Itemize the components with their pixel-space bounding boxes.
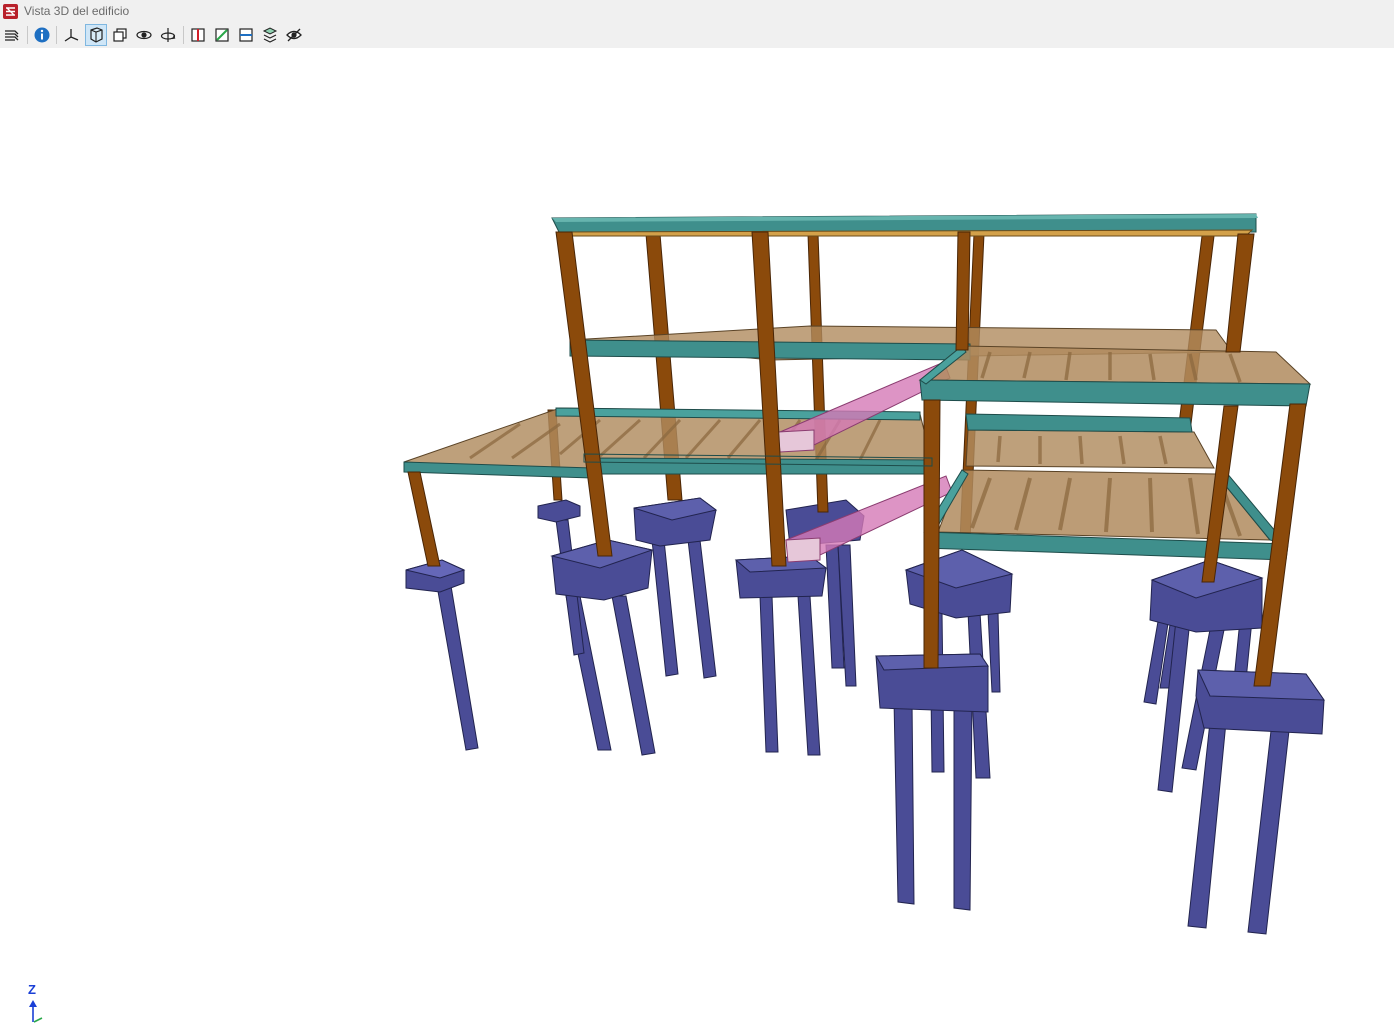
rotate-view-button[interactable] xyxy=(157,24,179,46)
solid-view-button[interactable] xyxy=(85,24,107,46)
visibility-button[interactable] xyxy=(283,24,305,46)
z-axis-label: Z xyxy=(28,982,36,997)
copy-view-button[interactable] xyxy=(109,24,131,46)
solid-view-icon xyxy=(90,27,103,43)
elevation-icon xyxy=(239,28,253,42)
layers-button[interactable] xyxy=(1,24,23,46)
axes-button[interactable] xyxy=(60,24,82,46)
axis-indicator: Z xyxy=(24,982,54,1024)
window-title: Vista 3D del edificio xyxy=(24,4,130,18)
elevation-button[interactable] xyxy=(235,24,257,46)
title-bar: Vista 3D del edificio xyxy=(0,0,1394,22)
pan-view-icon xyxy=(136,30,152,40)
building-model[interactable] xyxy=(0,48,1394,976)
info-button[interactable] xyxy=(31,24,53,46)
copy-view-icon xyxy=(113,28,127,42)
info-icon xyxy=(34,27,50,43)
layers-icon xyxy=(5,30,19,41)
floors-button[interactable] xyxy=(259,24,281,46)
axis-arrow-icon xyxy=(29,1000,43,1023)
section-button[interactable] xyxy=(187,24,209,46)
toolbar xyxy=(0,22,1394,49)
rotate-view-icon xyxy=(160,28,176,42)
section-icon xyxy=(191,28,205,42)
pan-view-button[interactable] xyxy=(133,24,155,46)
eye-icon xyxy=(286,28,302,42)
axes-icon xyxy=(64,29,79,42)
plane-button[interactable] xyxy=(211,24,233,46)
slab-roof xyxy=(551,213,1258,237)
viewport-3d[interactable]: Z xyxy=(0,48,1394,1023)
app-logo-icon xyxy=(3,3,18,19)
slab-right-upper xyxy=(918,345,1312,407)
slab-right-lower xyxy=(923,469,1289,561)
floors-icon xyxy=(262,27,278,43)
slab-right-mid xyxy=(965,413,1215,469)
plane-icon xyxy=(215,28,229,42)
